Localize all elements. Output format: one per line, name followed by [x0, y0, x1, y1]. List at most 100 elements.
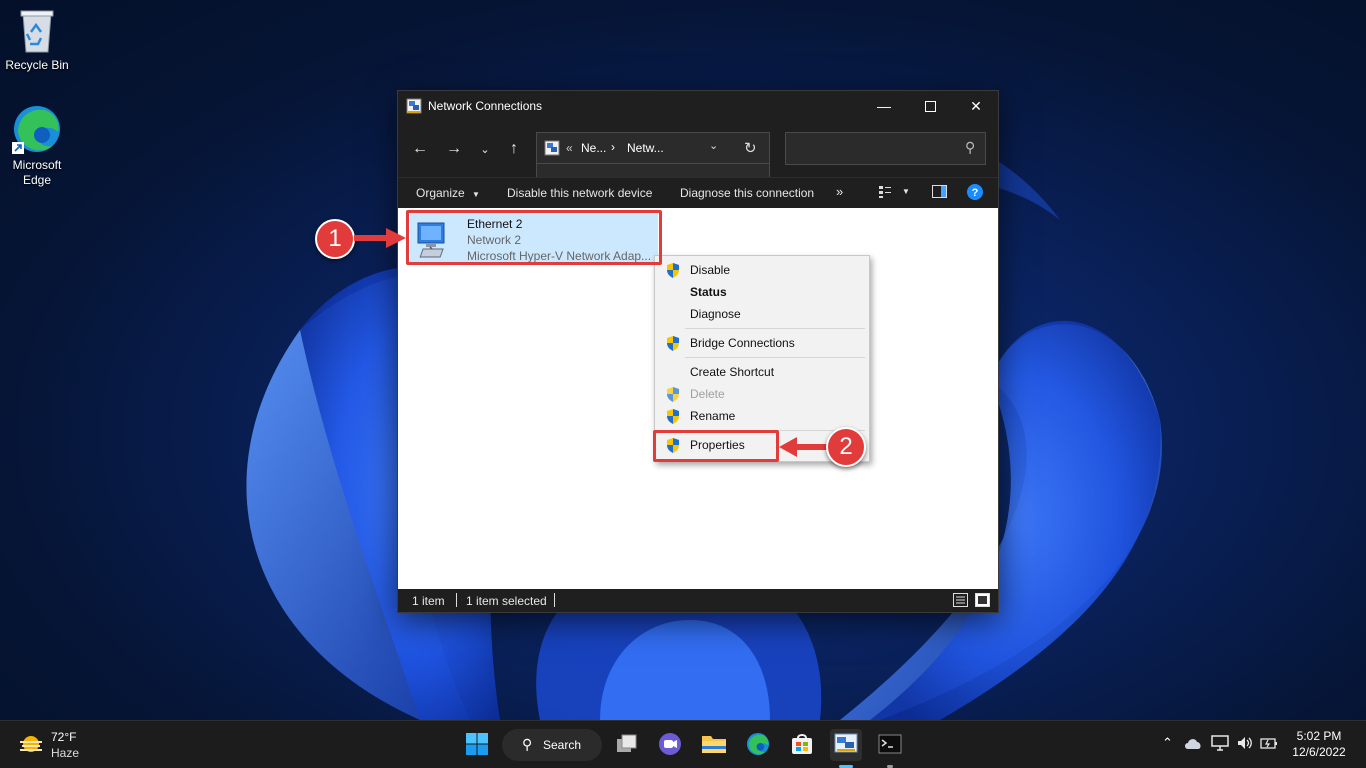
- step-2-arrow-icon: [779, 437, 827, 457]
- refresh-icon[interactable]: ↻: [744, 139, 757, 157]
- back-button[interactable]: ←: [407, 137, 433, 161]
- network-status-icon[interactable]: [1211, 735, 1229, 754]
- step-2-badge: 2: [826, 427, 866, 467]
- recycle-bin-label: Recycle Bin: [5, 58, 69, 72]
- taskbar: 72°F Haze ⚲ Search ⌃ 5:02 PM 12/6/2022: [0, 720, 1366, 768]
- forward-button[interactable]: →: [441, 137, 467, 161]
- svg-text:?: ?: [972, 187, 979, 199]
- shortcut-arrow-icon: [12, 142, 24, 154]
- recycle-bin-desktop-icon[interactable]: Recycle Bin: [1, 8, 73, 73]
- uac-shield-icon: [666, 263, 680, 284]
- organize-label: Organize: [416, 186, 465, 200]
- network-connections-taskbar-button[interactable]: [830, 729, 862, 768]
- store-icon: [791, 733, 813, 758]
- minimize-button[interactable]: —: [861, 91, 907, 121]
- view-dropdown-icon[interactable]: ▼: [902, 187, 910, 196]
- address-field[interactable]: « Ne... › Netw... ⌄ ↻: [536, 132, 770, 164]
- menu-item-create-shortcut[interactable]: Create Shortcut: [655, 362, 869, 382]
- menu-item-rename[interactable]: Rename: [655, 406, 869, 426]
- help-icon[interactable]: ?: [967, 184, 983, 203]
- change-view-icon[interactable]: [878, 185, 892, 202]
- menu-item-label: Delete: [690, 387, 725, 401]
- breadcrumb-segment-1[interactable]: Ne...: [581, 141, 606, 155]
- control-panel-icon: [834, 733, 858, 758]
- command-bar: Organize ▼ Disable this network device D…: [398, 177, 998, 208]
- recent-locations-button[interactable]: ⌄: [472, 137, 498, 161]
- edge-label-line1: Microsoft: [12, 158, 62, 172]
- selected-count: 1 item selected: [466, 594, 547, 608]
- search-input[interactable]: ⚲: [785, 132, 986, 165]
- status-bar: 1 item 1 item selected: [398, 589, 998, 612]
- title-bar[interactable]: Network Connections — ✕: [398, 91, 998, 121]
- weather-widget[interactable]: 72°F Haze: [14, 728, 84, 762]
- recycle-bin-icon: [17, 8, 57, 54]
- menu-item-bridge-connections[interactable]: Bridge Connections: [655, 333, 869, 353]
- large-icons-view-icon[interactable]: [975, 593, 990, 610]
- address-dropdown-icon[interactable]: ⌄: [709, 139, 718, 152]
- network-connections-icon: [406, 98, 422, 114]
- taskbar-search-label: Search: [543, 738, 582, 752]
- terminal-icon: [878, 734, 902, 757]
- edge-label-line2: Edge: [22, 173, 52, 187]
- breadcrumb-overflow[interactable]: «: [566, 141, 573, 155]
- forward-arrow-icon: →: [446, 140, 462, 157]
- uac-shield-icon: [666, 387, 680, 408]
- up-button[interactable]: ↑: [501, 137, 527, 161]
- back-arrow-icon: ←: [412, 140, 428, 157]
- menu-item-delete[interactable]: Delete: [655, 384, 869, 404]
- breadcrumb-segment-2[interactable]: Netw...: [627, 141, 664, 155]
- system-clock[interactable]: 5:02 PM 12/6/2022: [1288, 728, 1350, 760]
- menu-separator: [685, 328, 865, 329]
- highlight-box-properties: [653, 430, 779, 462]
- show-hidden-icons-chevron-icon[interactable]: ⌃: [1162, 735, 1173, 751]
- store-button[interactable]: [786, 729, 818, 761]
- clock-date: 12/6/2022: [1292, 745, 1346, 759]
- maximize-button[interactable]: [907, 91, 953, 121]
- edge-taskbar-button[interactable]: [742, 729, 774, 761]
- breadcrumb-separator: ›: [611, 140, 615, 154]
- terminal-button[interactable]: [874, 729, 906, 768]
- edge-icon: [12, 104, 62, 154]
- windows-logo-icon: [465, 732, 489, 759]
- close-icon: ✕: [970, 97, 982, 114]
- close-button[interactable]: ✕: [953, 91, 999, 121]
- edge-desktop-icon[interactable]: Microsoft Edge: [1, 104, 73, 188]
- search-icon: ⚲: [522, 736, 533, 752]
- task-view-button[interactable]: [611, 729, 643, 761]
- more-commands-button[interactable]: »: [836, 184, 843, 199]
- battery-icon[interactable]: [1260, 735, 1278, 754]
- menu-item-label: Diagnose: [690, 307, 741, 321]
- taskbar-search-button[interactable]: ⚲ Search: [502, 729, 602, 761]
- item-count: 1 item: [412, 594, 445, 608]
- task-view-icon: [615, 733, 639, 758]
- chevron-down-icon: ⌄: [480, 143, 490, 156]
- highlight-box-item: [406, 210, 662, 265]
- menu-item-disable[interactable]: Disable: [655, 260, 869, 280]
- diagnose-connection-button[interactable]: Diagnose this connection: [680, 186, 814, 200]
- search-icon: ⚲: [964, 139, 975, 155]
- uac-shield-icon: [666, 409, 680, 430]
- organize-dropdown-icon: ▼: [472, 190, 480, 199]
- menu-item-diagnose[interactable]: Diagnose: [655, 304, 869, 324]
- preview-pane-icon[interactable]: [932, 185, 947, 201]
- clock-time: 5:02 PM: [1296, 729, 1342, 743]
- volume-icon[interactable]: [1236, 735, 1254, 754]
- details-view-icon[interactable]: [953, 593, 968, 610]
- uac-shield-icon: [666, 336, 680, 357]
- menu-item-label: Rename: [690, 409, 736, 423]
- organize-button[interactable]: Organize ▼: [416, 186, 480, 200]
- haze-weather-icon: [18, 734, 44, 759]
- minimize-icon: —: [877, 98, 891, 114]
- menu-item-label: Create Shortcut: [690, 365, 775, 379]
- control-panel-icon: [544, 140, 560, 159]
- edge-icon: [746, 732, 770, 759]
- start-button[interactable]: [461, 729, 493, 761]
- menu-item-status[interactable]: Status: [655, 282, 869, 302]
- teams-chat-button[interactable]: [654, 729, 686, 761]
- onedrive-cloud-icon[interactable]: [1183, 736, 1203, 753]
- status-divider: [554, 593, 555, 607]
- disable-device-button[interactable]: Disable this network device: [507, 186, 652, 200]
- file-explorer-button[interactable]: [698, 729, 730, 761]
- menu-separator: [685, 357, 865, 358]
- maximize-icon: [924, 100, 936, 112]
